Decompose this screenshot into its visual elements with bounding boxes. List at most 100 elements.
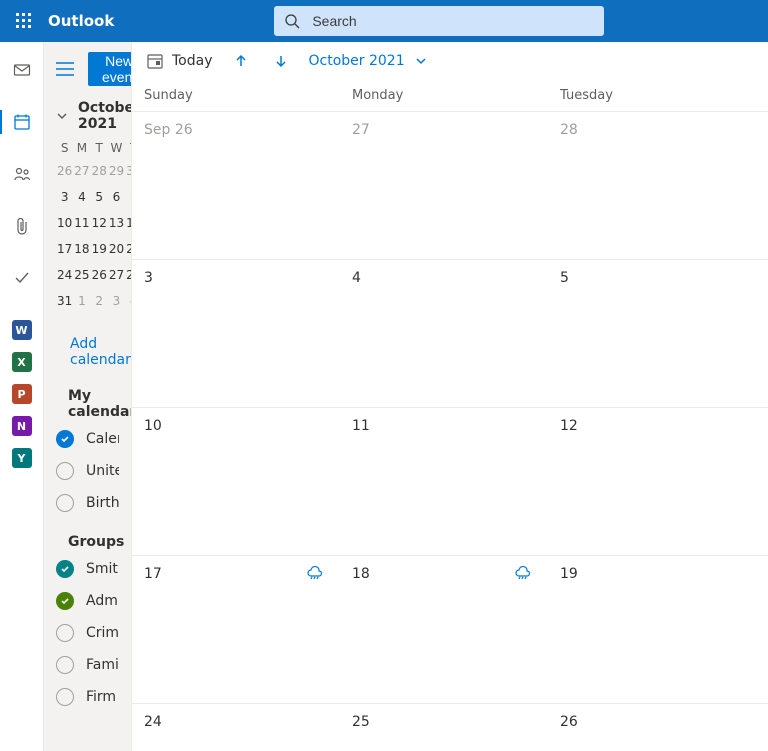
app-tile-w[interactable]: W bbox=[0, 314, 44, 346]
mini-cal-day[interactable]: 18 bbox=[73, 236, 90, 262]
weather-icon bbox=[514, 566, 532, 580]
calendar-cell[interactable]: 10 bbox=[132, 408, 340, 555]
cell-date-label: 10 bbox=[144, 418, 162, 434]
my-calendars-toggle[interactable]: My calendars bbox=[56, 388, 119, 420]
mini-cal-day[interactable]: 3 bbox=[56, 184, 73, 210]
app-tile-p[interactable]: P bbox=[0, 378, 44, 410]
app-brand: Outlook bbox=[48, 12, 118, 30]
cell-date-label: 28 bbox=[560, 122, 578, 138]
mini-cal-day[interactable]: 7 bbox=[125, 184, 132, 210]
calendar-item[interactable]: Birthdays bbox=[56, 494, 119, 512]
calendar-item[interactable]: Smith & Smith Law bbox=[56, 560, 119, 578]
mini-cal-day[interactable]: 31 bbox=[56, 288, 73, 314]
next-period-button[interactable] bbox=[269, 49, 293, 73]
calendar-item-label: Firm Partners bbox=[86, 689, 119, 705]
mini-cal-day[interactable]: 19 bbox=[91, 236, 108, 262]
calendar-cell[interactable]: 24 bbox=[132, 704, 340, 751]
mini-cal-day[interactable]: 11 bbox=[73, 210, 90, 236]
calendar-cell[interactable]: 27 bbox=[340, 112, 548, 259]
mini-cal-day[interactable]: 6 bbox=[108, 184, 125, 210]
app-launcher-button[interactable] bbox=[6, 0, 42, 42]
rail-calendar[interactable] bbox=[0, 106, 44, 138]
groups-label: Groups bbox=[68, 534, 124, 550]
day-header: Tuesday bbox=[560, 80, 768, 111]
mini-cal-day[interactable]: 17 bbox=[56, 236, 73, 262]
mini-cal-day[interactable]: 25 bbox=[73, 262, 90, 288]
mini-cal-day[interactable]: 3 bbox=[108, 288, 125, 314]
mini-cal-day[interactable]: 5 bbox=[91, 184, 108, 210]
day-header: Monday bbox=[352, 80, 560, 111]
calendar-item[interactable]: Calendar bbox=[56, 430, 119, 448]
calendar-cell[interactable]: 5 bbox=[548, 260, 756, 407]
mini-cal-day[interactable]: 20 bbox=[108, 236, 125, 262]
calendar-swatch bbox=[56, 624, 74, 642]
today-button[interactable]: Today bbox=[146, 52, 213, 70]
mini-cal-day[interactable]: 13 bbox=[108, 210, 125, 236]
calendar-item-label: Calendar bbox=[86, 431, 119, 447]
app-tile-x[interactable]: X bbox=[0, 346, 44, 378]
search-box[interactable] bbox=[274, 6, 604, 36]
mini-cal-day[interactable]: 10 bbox=[56, 210, 73, 236]
mini-cal-day[interactable]: 1 bbox=[73, 288, 90, 314]
mini-cal-day[interactable]: 12 bbox=[91, 210, 108, 236]
new-event-button[interactable]: New event bbox=[88, 52, 132, 86]
calendar-item[interactable]: Family Law Practice Gr... bbox=[56, 656, 119, 674]
cell-date-label: 11 bbox=[352, 418, 370, 434]
mini-cal-day[interactable]: 27 bbox=[108, 262, 125, 288]
mini-cal-day[interactable]: 2 bbox=[91, 288, 108, 314]
prev-period-button[interactable] bbox=[229, 49, 253, 73]
paperclip-icon bbox=[15, 217, 29, 235]
calendar-cell[interactable]: 4 bbox=[340, 260, 548, 407]
calendar-cell[interactable]: 19 bbox=[548, 556, 756, 703]
add-calendar-button[interactable]: Add calendar bbox=[58, 336, 119, 368]
rail-mail[interactable] bbox=[0, 54, 44, 86]
mini-cal-day[interactable]: 4 bbox=[125, 288, 132, 314]
calendar-item[interactable]: United States holidays bbox=[56, 462, 119, 480]
calendar-item[interactable]: Firm Partners bbox=[56, 688, 119, 706]
calendar-item-label: Admin Team bbox=[86, 593, 119, 609]
mini-cal-collapse[interactable] bbox=[56, 110, 68, 122]
sidebar: New event October 2021 SMTWTFS 262728293… bbox=[44, 42, 132, 751]
rail-todo[interactable] bbox=[0, 262, 44, 294]
mini-cal-dow: T bbox=[91, 138, 108, 158]
calendar-swatch bbox=[56, 494, 74, 512]
arrow-up-icon bbox=[234, 54, 248, 68]
mini-cal-day[interactable]: 28 bbox=[125, 262, 132, 288]
app-tile-icon: N bbox=[12, 416, 32, 436]
mini-cal-day[interactable]: 26 bbox=[91, 262, 108, 288]
calendar-cell[interactable]: 28 bbox=[548, 112, 756, 259]
app-tile-n[interactable]: N bbox=[0, 410, 44, 442]
mini-cal-day[interactable]: 29 bbox=[108, 158, 125, 184]
rail-files[interactable] bbox=[0, 210, 44, 242]
calendar-cell[interactable]: 17 bbox=[132, 556, 340, 703]
cell-date-label: 12 bbox=[560, 418, 578, 434]
mini-cal-day[interactable]: 14 bbox=[125, 210, 132, 236]
rail-people[interactable] bbox=[0, 158, 44, 190]
calendar-cell[interactable]: 18 bbox=[340, 556, 548, 703]
calendar-cell[interactable]: 3 bbox=[132, 260, 340, 407]
calendar-item[interactable]: Admin Team bbox=[56, 592, 119, 610]
calendar-cell[interactable]: Sep 26 bbox=[132, 112, 340, 259]
mini-cal-day[interactable]: 4 bbox=[73, 184, 90, 210]
my-calendars-label: My calendars bbox=[68, 388, 132, 420]
app-tile-y[interactable]: Y bbox=[0, 442, 44, 474]
cell-date-label: 4 bbox=[352, 270, 361, 286]
calendar-cell[interactable]: 26 bbox=[548, 704, 756, 751]
calendar-cell[interactable]: 12 bbox=[548, 408, 756, 555]
month-picker[interactable]: October 2021 bbox=[309, 53, 427, 69]
calendar-cell[interactable]: 11 bbox=[340, 408, 548, 555]
mini-cal-day[interactable]: 28 bbox=[91, 158, 108, 184]
mini-cal-day[interactable]: 30 bbox=[125, 158, 132, 184]
mini-cal-day[interactable]: 21 bbox=[125, 236, 132, 262]
mini-cal-day[interactable]: 27 bbox=[73, 158, 90, 184]
calendar-cell[interactable]: 25 bbox=[340, 704, 548, 751]
main-area: Today October 2021 SundayMondayTuesday S… bbox=[132, 42, 768, 751]
search-input[interactable] bbox=[310, 12, 594, 30]
calendar-today-icon bbox=[146, 52, 164, 70]
mini-cal-day[interactable]: 24 bbox=[56, 262, 73, 288]
mini-cal-day[interactable]: 26 bbox=[56, 158, 73, 184]
hamburger-button[interactable] bbox=[56, 55, 74, 83]
mini-cal-dow: S bbox=[56, 138, 73, 158]
calendar-item[interactable]: Criminal Defense Pract... bbox=[56, 624, 119, 642]
groups-toggle[interactable]: Groups bbox=[56, 534, 119, 550]
